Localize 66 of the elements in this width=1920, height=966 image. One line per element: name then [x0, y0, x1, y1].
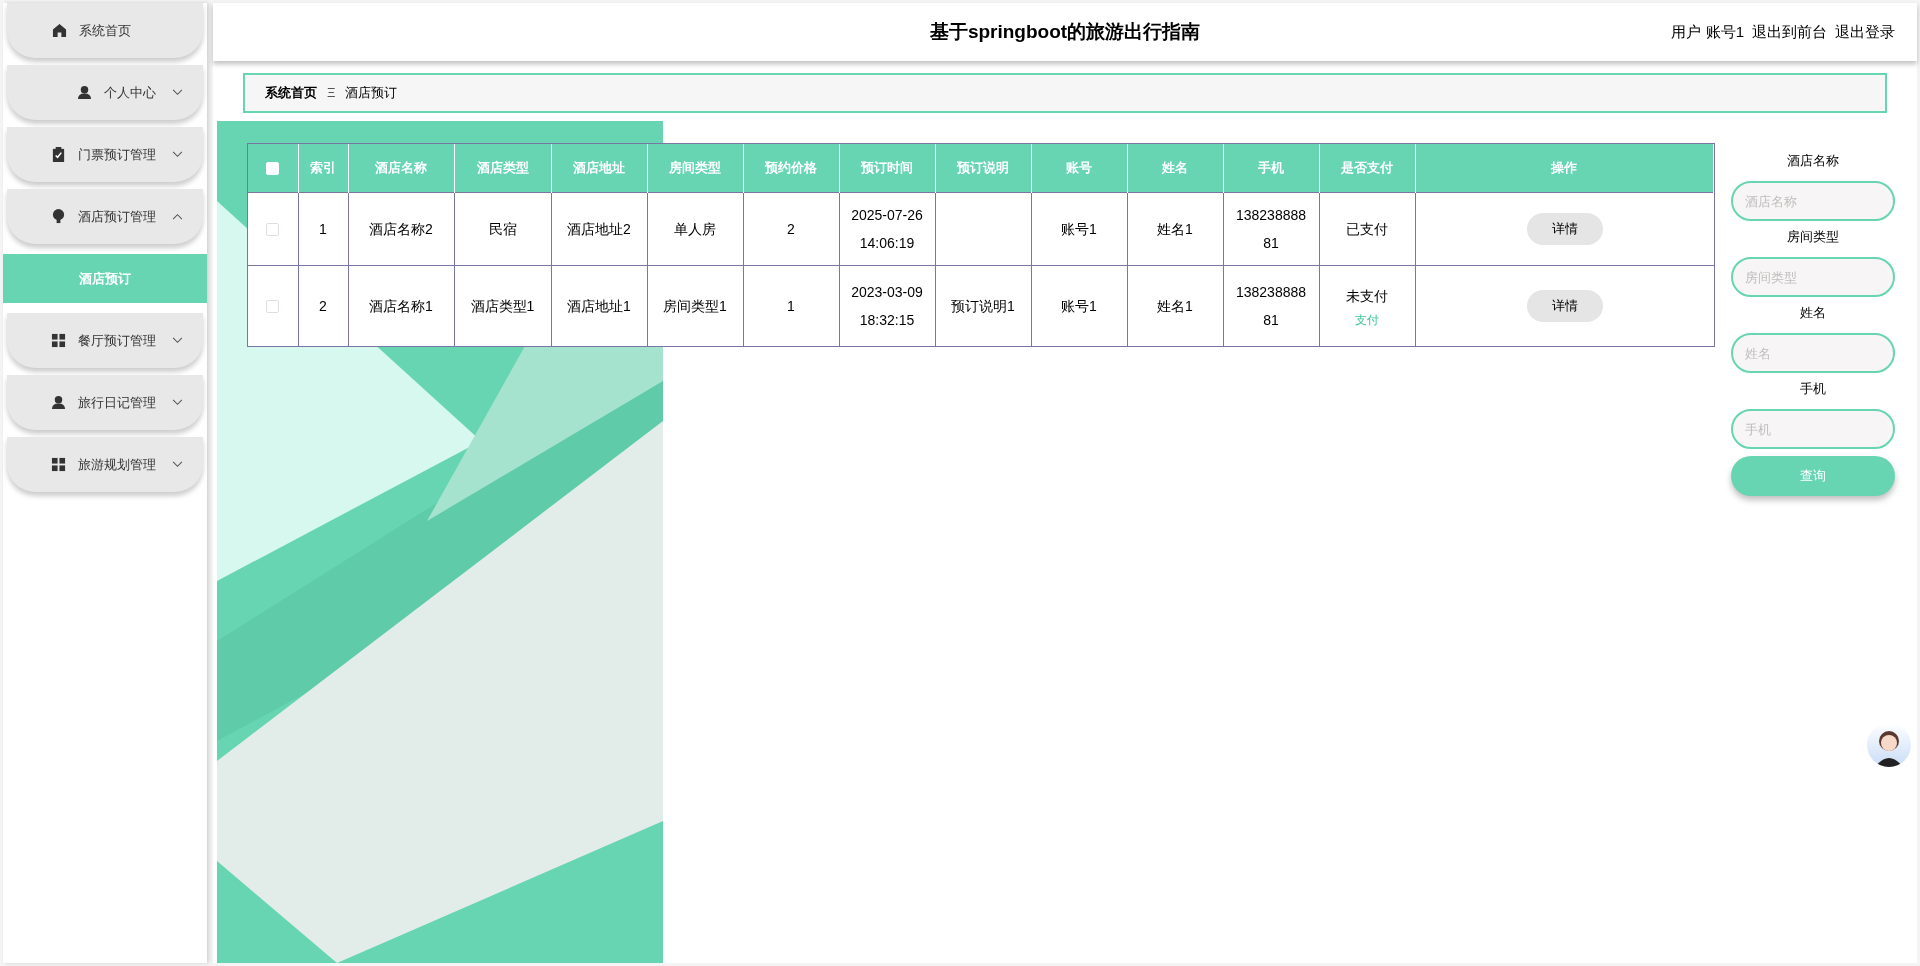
- table-cell-text: 13823888881: [1234, 205, 1308, 253]
- column-header: 预订时间: [839, 144, 935, 192]
- menu-item[interactable]: 门票预订管理: [7, 127, 203, 182]
- field-label: 房间类型: [1787, 228, 1839, 246]
- table-cell-text: 酒店地址1: [567, 296, 631, 316]
- checkbox[interactable]: [266, 222, 280, 236]
- header-link[interactable]: 用户 账号1: [1671, 20, 1744, 44]
- breadcrumb-link[interactable]: 酒店预订: [345, 83, 398, 103]
- table-cell-text: 2: [787, 219, 795, 239]
- header-link[interactable]: 退出到前台: [1752, 20, 1827, 44]
- details-button[interactable]: 详情: [1526, 289, 1603, 322]
- home-icon: [52, 23, 67, 38]
- table-cell-text: 账号1: [1061, 219, 1097, 239]
- table-cell-text: 酒店名称1: [369, 296, 433, 316]
- table-cell-text: 已支付: [1346, 219, 1388, 239]
- avatar[interactable]: [1867, 723, 1911, 767]
- menu-item[interactable]: 旅游规划管理: [7, 437, 203, 492]
- table-cell-text: 酒店名称2: [369, 219, 433, 239]
- column-header: 酒店类型: [454, 144, 551, 192]
- column-header: 是否支付: [1319, 144, 1415, 192]
- grid-icon: [51, 457, 66, 472]
- field-label: 姓名: [1800, 304, 1826, 322]
- user-icon: [51, 395, 66, 410]
- user-icon: [77, 85, 92, 100]
- column-header: 预订说明: [935, 144, 1031, 192]
- menu-item[interactable]: 餐厅预订管理: [7, 313, 203, 368]
- column-header: 房间类型: [647, 144, 743, 192]
- table-cell-text: 2: [319, 296, 327, 316]
- table-cell-text: 姓名1: [1157, 296, 1193, 316]
- menu-item[interactable]: 系统首页: [7, 3, 203, 58]
- menu-item[interactable]: 酒店预订管理: [7, 189, 203, 244]
- menu-item[interactable]: 个人中心: [7, 65, 203, 120]
- app-title: 基于springboot的旅游出行指南: [929, 19, 1201, 44]
- column-header: 酒店名称: [348, 144, 454, 192]
- menu-item[interactable]: 旅行日记管理: [7, 375, 203, 430]
- column-header: 索引: [298, 144, 348, 192]
- table-cell-text: 预订说明1: [951, 296, 1015, 316]
- breadcrumb-link[interactable]: 系统首页: [265, 83, 317, 103]
- field-label: 手机: [1800, 380, 1826, 398]
- table-cell-text: 酒店地址2: [567, 219, 631, 239]
- table-cell-text: 酒店类型1: [470, 296, 535, 316]
- table-cell-text: 未支付: [1346, 286, 1388, 306]
- column-header: 账号: [1031, 144, 1127, 192]
- clipboard-icon: [51, 147, 66, 162]
- table-cell-text: 1: [319, 219, 327, 239]
- table-cell-text: 账号1: [1061, 296, 1097, 316]
- table-cell-text: 13823888881: [1234, 282, 1308, 330]
- lightbulb-icon: [51, 209, 66, 224]
- field-label: 酒店名称: [1787, 152, 1839, 170]
- table-cell-text: 房间类型1: [663, 296, 727, 316]
- column-header: 手机: [1223, 144, 1319, 192]
- table-cell-text: 2023-03-09 18:32:15: [850, 282, 924, 330]
- breadcrumb-separator: Ξ: [327, 84, 336, 103]
- table-cell-text: 姓名1: [1157, 219, 1193, 239]
- header-link[interactable]: 退出登录: [1835, 20, 1895, 44]
- grid-icon: [51, 333, 66, 348]
- table-cell-text: 2025-07-26 14:06:19: [850, 205, 924, 253]
- checkbox[interactable]: [266, 300, 280, 314]
- details-button[interactable]: 详情: [1526, 212, 1603, 245]
- table-cell-text: 民宿: [488, 219, 517, 239]
- table-cell-text: 1: [787, 296, 795, 316]
- table-cell-text: 单人房: [674, 219, 716, 239]
- column-header: 酒店地址: [551, 144, 647, 192]
- column-header: 姓名: [1127, 144, 1223, 192]
- column-header: 预约价格: [743, 144, 839, 192]
- column-header: 操作: [1415, 144, 1714, 192]
